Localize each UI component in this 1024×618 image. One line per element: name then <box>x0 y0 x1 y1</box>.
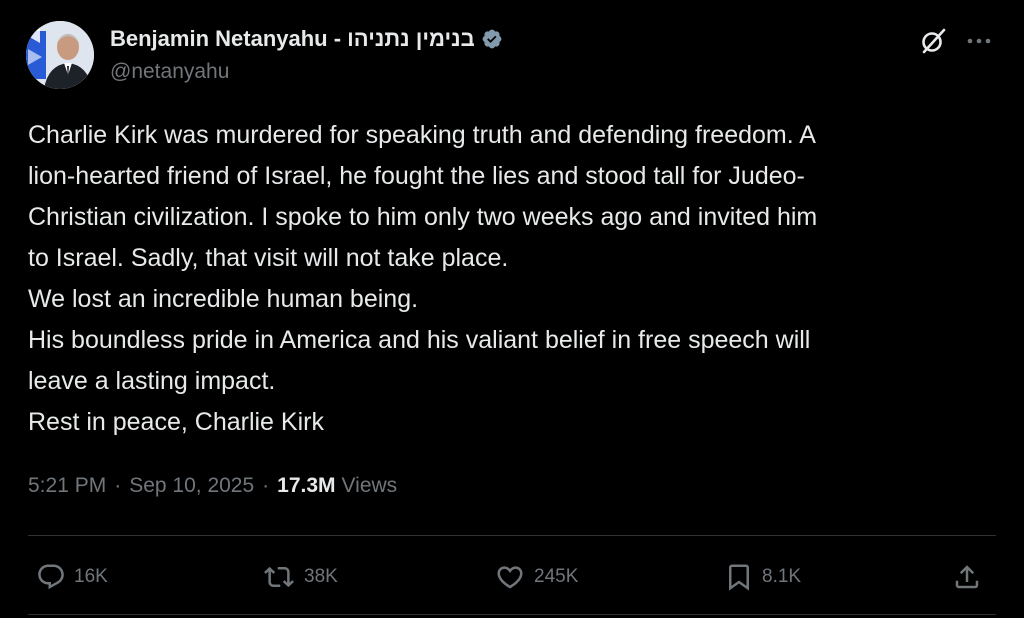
views-label: Views <box>341 474 398 497</box>
tweet-time[interactable]: 5:21 PM <box>28 474 106 498</box>
like-icon <box>497 566 523 589</box>
views-count[interactable]: 17.3M <box>277 474 335 498</box>
verified-badge-icon <box>481 28 503 50</box>
avatar[interactable] <box>26 21 94 89</box>
display-name[interactable]: Benjamin Netanyahu - בנימין נתניהו <box>110 26 475 52</box>
divider <box>28 614 996 615</box>
tweet-meta: 5:21 PM · Sep 10, 2025 · 17.3M Views <box>28 474 397 498</box>
tweet-line: lion-hearted friend of Israel, he fought… <box>28 162 805 190</box>
more-options-icon[interactable] <box>962 26 996 56</box>
tweet-date[interactable]: Sep 10, 2025 <box>129 474 254 498</box>
tweet-line: Christian civilization. I spoke to him o… <box>28 203 818 231</box>
divider <box>28 535 996 536</box>
repost-button[interactable]: 38K <box>262 555 338 599</box>
author-handle[interactable]: @netanyahu <box>110 60 229 84</box>
meta-separator: · <box>114 474 122 497</box>
share-icon <box>955 565 979 589</box>
bookmark-icon <box>729 564 749 591</box>
tweet-text: Charlie Kirk was murdered for speaking t… <box>28 115 998 443</box>
tweet-line: leave a lasting impact. <box>28 367 276 395</box>
tweet-line: We lost an incredible human being. <box>28 285 419 313</box>
bookmark-button[interactable]: 8.1K <box>724 555 801 599</box>
grok-icon[interactable] <box>918 26 948 56</box>
action-bar: 16K 38K 245K 8.1K <box>28 555 996 599</box>
bookmark-count: 8.1K <box>762 566 802 587</box>
tweet-line: to Israel. Sadly, that visit will not ta… <box>28 244 509 272</box>
tweet-line: His boundless pride in America and his v… <box>28 326 811 354</box>
like-count: 245K <box>534 566 579 587</box>
like-button[interactable]: 245K <box>494 555 578 599</box>
repost-count: 38K <box>304 566 338 587</box>
avatar-image <box>26 21 94 89</box>
meta-separator: · <box>262 474 270 497</box>
repost-icon <box>264 566 294 588</box>
reply-count: 16K <box>74 566 108 587</box>
reply-button[interactable]: 16K <box>36 555 108 599</box>
author-name-row: Benjamin Netanyahu - בנימין נתניהו <box>110 22 503 56</box>
share-button[interactable] <box>952 555 982 599</box>
reply-icon <box>38 564 64 590</box>
tweet-line: Rest in peace, Charlie Kirk <box>28 408 324 436</box>
tweet-line: Charlie Kirk was murdered for speaking t… <box>28 121 816 149</box>
